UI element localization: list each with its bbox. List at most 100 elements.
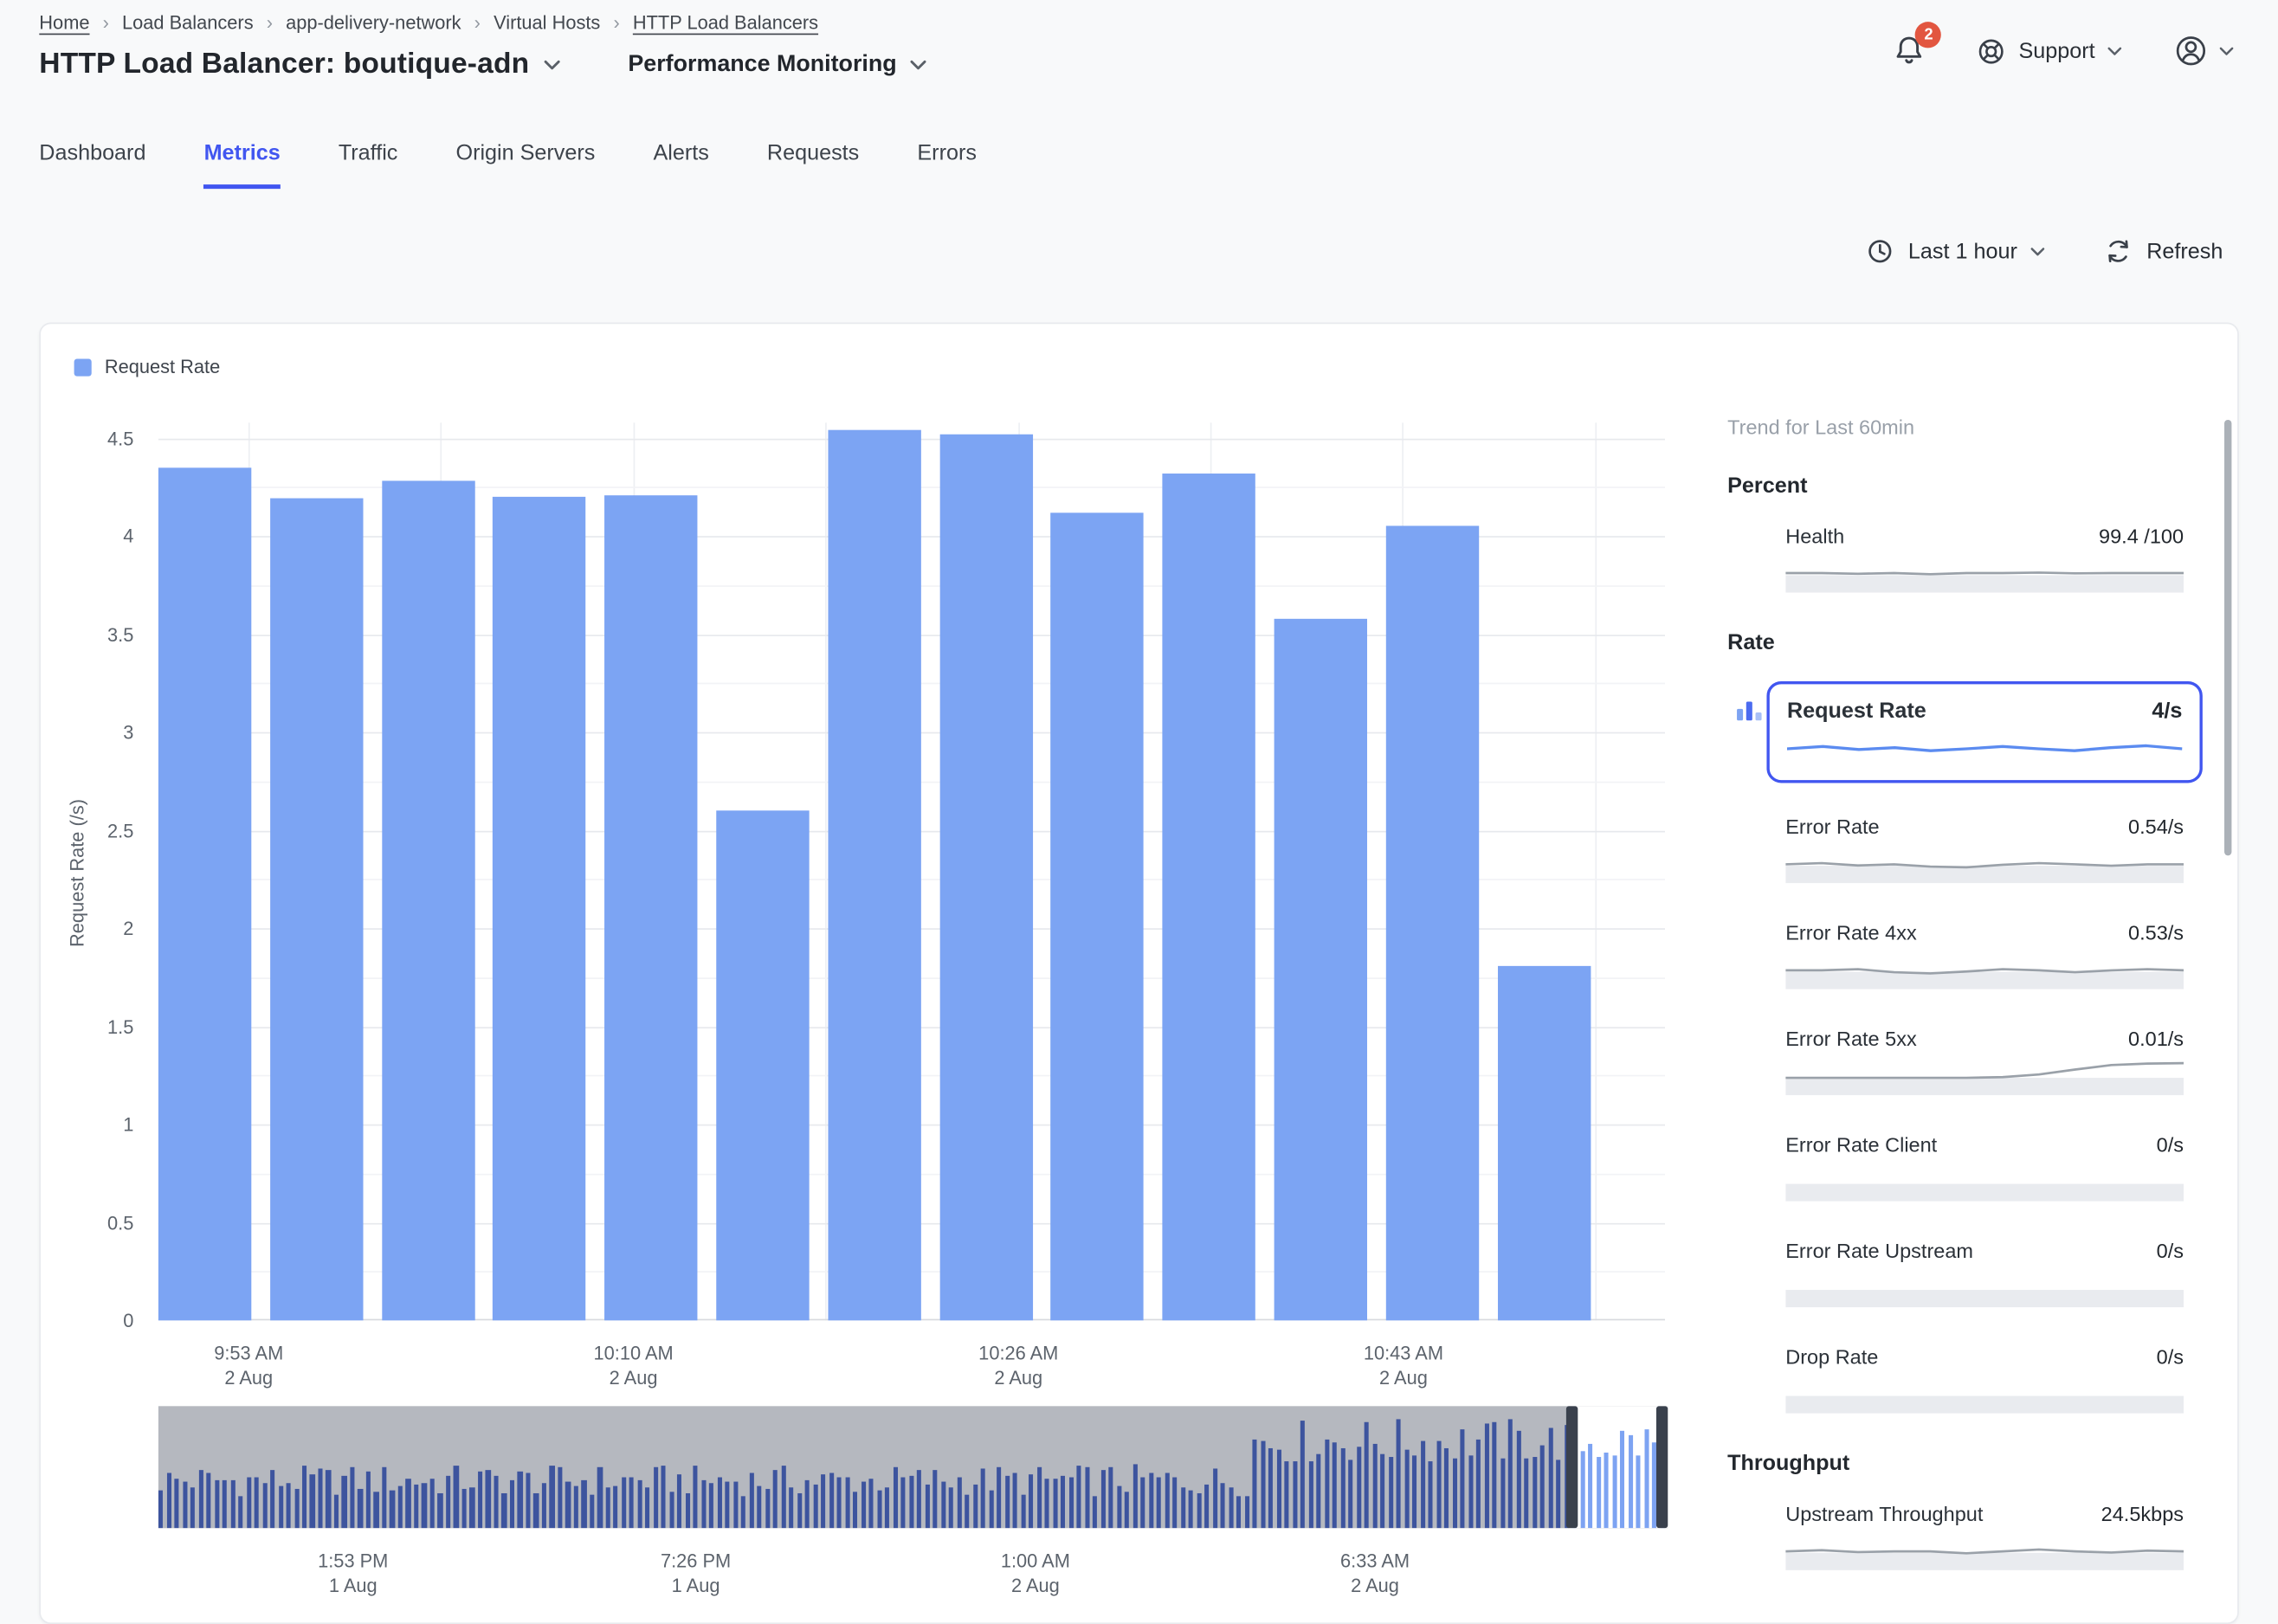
overview-bar bbox=[1213, 1468, 1217, 1528]
overview-bar bbox=[390, 1491, 394, 1528]
overview-bar bbox=[1125, 1492, 1129, 1528]
metric-error-rate-4xx[interactable]: Error Rate 4xx0.53/s bbox=[1727, 921, 2216, 989]
metric-drop-rate[interactable]: Drop Rate0/s bbox=[1727, 1345, 2216, 1414]
metric-request-rate[interactable]: Request Rate4/s bbox=[1727, 681, 2216, 783]
metric-error-rate-upstream[interactable]: Error Rate Upstream0/s bbox=[1727, 1239, 2216, 1307]
x-tick-label: 10:26 AM2 Aug bbox=[953, 1341, 1084, 1390]
overview-bar bbox=[1100, 1471, 1105, 1529]
overview-bar bbox=[526, 1473, 530, 1528]
request-rate-bar[interactable] bbox=[1497, 965, 1590, 1320]
avatar-icon bbox=[2172, 32, 2210, 70]
time-range-selector[interactable]: Last 1 hour bbox=[1866, 237, 2046, 267]
brush-handle-right[interactable] bbox=[1656, 1406, 1668, 1528]
overview-bar bbox=[1556, 1460, 1560, 1528]
title-chevron-down-icon[interactable] bbox=[544, 59, 561, 70]
request-rate-bar[interactable] bbox=[270, 499, 363, 1320]
overview-bar bbox=[174, 1479, 178, 1528]
notifications-button[interactable]: 2 bbox=[1893, 34, 1927, 68]
overview-bar bbox=[646, 1487, 650, 1528]
overview-bar bbox=[877, 1491, 881, 1528]
request-rate-bar[interactable] bbox=[1051, 512, 1144, 1320]
breadcrumb-item-http-load-balancers[interactable]: HTTP Load Balancers bbox=[633, 11, 818, 33]
breadcrumb: Home›Load Balancers›app-delivery-network… bbox=[39, 11, 818, 33]
overview-bar bbox=[1268, 1448, 1273, 1528]
overview-bar bbox=[438, 1492, 442, 1528]
trend-sidebar: Trend for Last 60min PercentHealth99.4 /… bbox=[1727, 416, 2216, 1608]
tick-date: 2 Aug bbox=[184, 1365, 314, 1390]
request-rate-bar[interactable] bbox=[158, 467, 251, 1320]
overview-bar bbox=[1293, 1460, 1297, 1528]
request-rate-bar[interactable] bbox=[1385, 526, 1478, 1321]
overview-bar bbox=[358, 1489, 362, 1528]
overview-bar bbox=[374, 1492, 378, 1528]
y-tick-label: 2 bbox=[123, 918, 133, 939]
sidebar-scrollbar-thumb[interactable] bbox=[2224, 420, 2231, 855]
request-rate-bar[interactable] bbox=[1163, 474, 1255, 1321]
sparkline bbox=[1785, 1532, 2184, 1570]
request-rate-bar[interactable] bbox=[939, 434, 1032, 1320]
tab-origin-servers[interactable]: Origin Servers bbox=[455, 141, 595, 189]
support-menu[interactable]: Support bbox=[1977, 35, 2123, 66]
overview-bar bbox=[869, 1478, 874, 1528]
overview-bar bbox=[1133, 1465, 1137, 1528]
request-rate-bar[interactable] bbox=[604, 495, 697, 1321]
app-root: Home›Load Balancers›app-delivery-network… bbox=[0, 0, 2278, 1624]
chart-legend-item[interactable]: Request Rate bbox=[74, 356, 221, 377]
overview-bar bbox=[669, 1492, 674, 1528]
overview-bar bbox=[574, 1485, 578, 1529]
breadcrumb-item-home[interactable]: Home bbox=[39, 11, 89, 33]
account-menu[interactable] bbox=[2172, 32, 2235, 70]
section-heading-rate: Rate bbox=[1727, 630, 2216, 655]
request-rate-bar[interactable] bbox=[493, 497, 585, 1320]
tab-dashboard[interactable]: Dashboard bbox=[39, 141, 145, 189]
metric-error-rate-client[interactable]: Error Rate Client0/s bbox=[1727, 1133, 2216, 1202]
overview-bar bbox=[350, 1466, 354, 1528]
overview-bar bbox=[1149, 1473, 1153, 1529]
request-rate-bar[interactable] bbox=[716, 810, 809, 1320]
tick-time: 9:53 AM bbox=[184, 1341, 314, 1366]
metric-upstream-throughput[interactable]: Upstream Throughput24.5kbps bbox=[1727, 1502, 2216, 1570]
view-selector-dropdown[interactable]: Performance Monitoring bbox=[628, 52, 927, 78]
page-title: HTTP Load Balancer: boutique-adn bbox=[39, 48, 529, 81]
metric-health[interactable]: Health99.4 /100 bbox=[1727, 525, 2216, 593]
overview-bar bbox=[590, 1494, 594, 1528]
metric-error-rate-5xx[interactable]: Error Rate 5xx0.01/s bbox=[1727, 1027, 2216, 1095]
overview-bar bbox=[1524, 1459, 1528, 1528]
overview-bar bbox=[382, 1467, 386, 1528]
sparkline bbox=[1785, 1058, 2184, 1096]
overview-bar bbox=[1365, 1422, 1369, 1529]
overview-bar bbox=[238, 1496, 242, 1528]
overview-bar bbox=[215, 1480, 219, 1528]
y-tick-label: 3.5 bbox=[107, 623, 133, 645]
metric-label: Error Rate 4xx bbox=[1785, 921, 1916, 944]
y-tick-label: 4.5 bbox=[107, 427, 133, 448]
metric-error-rate[interactable]: Error Rate0.54/s bbox=[1727, 815, 2216, 883]
overview-bar bbox=[1628, 1434, 1632, 1528]
tab-requests[interactable]: Requests bbox=[767, 141, 859, 189]
request-rate-bar[interactable] bbox=[1275, 618, 1367, 1320]
overview-bar bbox=[1636, 1455, 1640, 1528]
overview-bar bbox=[726, 1482, 730, 1528]
refresh-button[interactable]: Refresh bbox=[2105, 237, 2223, 267]
brush-handle-left[interactable] bbox=[1565, 1406, 1577, 1528]
request-rate-bar[interactable] bbox=[828, 430, 920, 1320]
tab-errors[interactable]: Errors bbox=[917, 141, 977, 189]
overview-bar bbox=[1229, 1487, 1233, 1528]
tab-traffic[interactable]: Traffic bbox=[339, 141, 398, 189]
overview-bar bbox=[198, 1470, 203, 1528]
y-tick-label: 1 bbox=[123, 1113, 133, 1135]
request-rate-bar[interactable] bbox=[382, 481, 474, 1321]
overview-bar bbox=[1077, 1466, 1081, 1528]
overview-bar bbox=[1604, 1453, 1609, 1529]
breadcrumb-item-virtual-hosts: Virtual Hosts bbox=[494, 11, 600, 33]
overview-brush-chart[interactable] bbox=[158, 1406, 1668, 1528]
overview-bar bbox=[1045, 1479, 1049, 1529]
x-tick-label: 10:43 AM2 Aug bbox=[1338, 1341, 1468, 1390]
tab-metrics[interactable]: Metrics bbox=[204, 141, 281, 189]
overview-bar bbox=[1204, 1485, 1209, 1529]
overview-bar bbox=[158, 1491, 163, 1528]
support-ring-icon bbox=[1977, 35, 2007, 66]
overview-bar bbox=[533, 1493, 538, 1528]
metric-label-row: Error Rate 4xx0.53/s bbox=[1785, 921, 2184, 944]
tab-alerts[interactable]: Alerts bbox=[653, 141, 708, 189]
